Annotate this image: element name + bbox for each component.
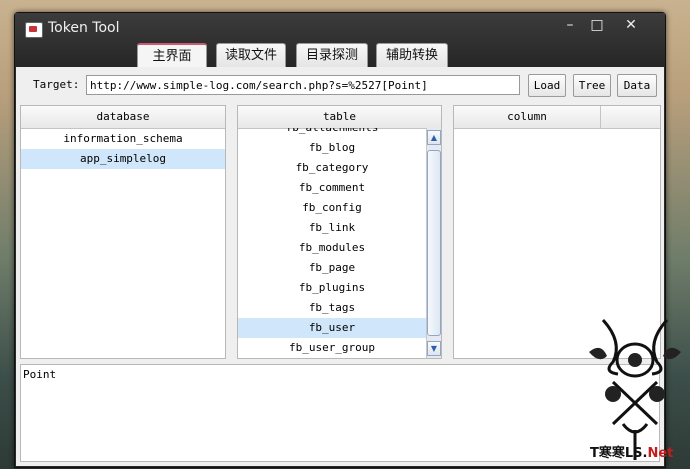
table-item[interactable]: fb_user_group: [238, 338, 426, 358]
watermark: T寒寒LS.Net: [590, 442, 673, 461]
close-icon[interactable]: ✕: [613, 15, 649, 35]
table-item[interactable]: fb_modules: [238, 238, 426, 258]
app-icon: [25, 22, 43, 38]
table-list: fb_attachments fb_blog fb_category fb_co…: [238, 128, 426, 358]
watermark-prefix: T寒寒LS.: [590, 446, 648, 461]
database-item-information-schema[interactable]: information_schema: [21, 129, 225, 149]
table-item[interactable]: fb_attachments: [238, 128, 426, 138]
tree-button[interactable]: Tree: [573, 74, 611, 97]
app-window: Token Tool – □ ✕ 主界面 读取文件 目录探测 辅助转换 Targ…: [14, 12, 666, 468]
scroll-thumb[interactable]: [427, 150, 441, 336]
table-item[interactable]: fb_plugins: [238, 278, 426, 298]
table-item[interactable]: fb_category: [238, 158, 426, 178]
column-header-divider: [600, 106, 601, 128]
table-scrollbar[interactable]: ▲ ▼: [426, 128, 441, 358]
tab-read-file[interactable]: 读取文件: [216, 43, 286, 68]
target-label: Target:: [33, 78, 80, 91]
tab-dir-scan[interactable]: 目录探测: [296, 43, 368, 68]
table-panel: table fb_attachments fb_blog fb_category…: [237, 105, 442, 359]
database-panel: database information_schema app_simplelo…: [20, 105, 226, 359]
target-url-input[interactable]: http://www.simple-log.com/search.php?s=%…: [86, 75, 520, 95]
output-area[interactable]: Point: [20, 364, 660, 462]
scroll-up-icon[interactable]: ▲: [427, 130, 441, 145]
table-item[interactable]: fb_page: [238, 258, 426, 278]
column-header-label: column: [507, 110, 547, 123]
data-button[interactable]: Data: [617, 74, 657, 97]
window-title: Token Tool: [48, 20, 120, 36]
table-item[interactable]: fb_comment: [238, 178, 426, 198]
load-button[interactable]: Load: [528, 74, 566, 97]
database-header: database: [21, 106, 225, 129]
column-header: column: [454, 106, 660, 129]
tab-main[interactable]: 主界面: [137, 43, 207, 70]
database-item-app-simplelog[interactable]: app_simplelog: [21, 149, 225, 169]
table-item[interactable]: fb_config: [238, 198, 426, 218]
table-item[interactable]: fb_tags: [238, 298, 426, 318]
maximize-icon[interactable]: □: [582, 15, 612, 35]
title-bar: Token Tool – □ ✕ 主界面 读取文件 目录探测 辅助转换: [15, 13, 665, 70]
minimize-icon[interactable]: –: [555, 15, 585, 35]
main-panel: Target: http://www.simple-log.com/search…: [16, 67, 664, 466]
table-item[interactable]: fb_blog: [238, 138, 426, 158]
tab-convert[interactable]: 辅助转换: [376, 43, 448, 68]
table-item[interactable]: fb_link: [238, 218, 426, 238]
scroll-down-icon[interactable]: ▼: [427, 341, 441, 356]
table-item-selected[interactable]: fb_user: [238, 318, 426, 338]
table-header: table: [238, 106, 441, 129]
watermark-suffix: Net: [647, 446, 674, 461]
